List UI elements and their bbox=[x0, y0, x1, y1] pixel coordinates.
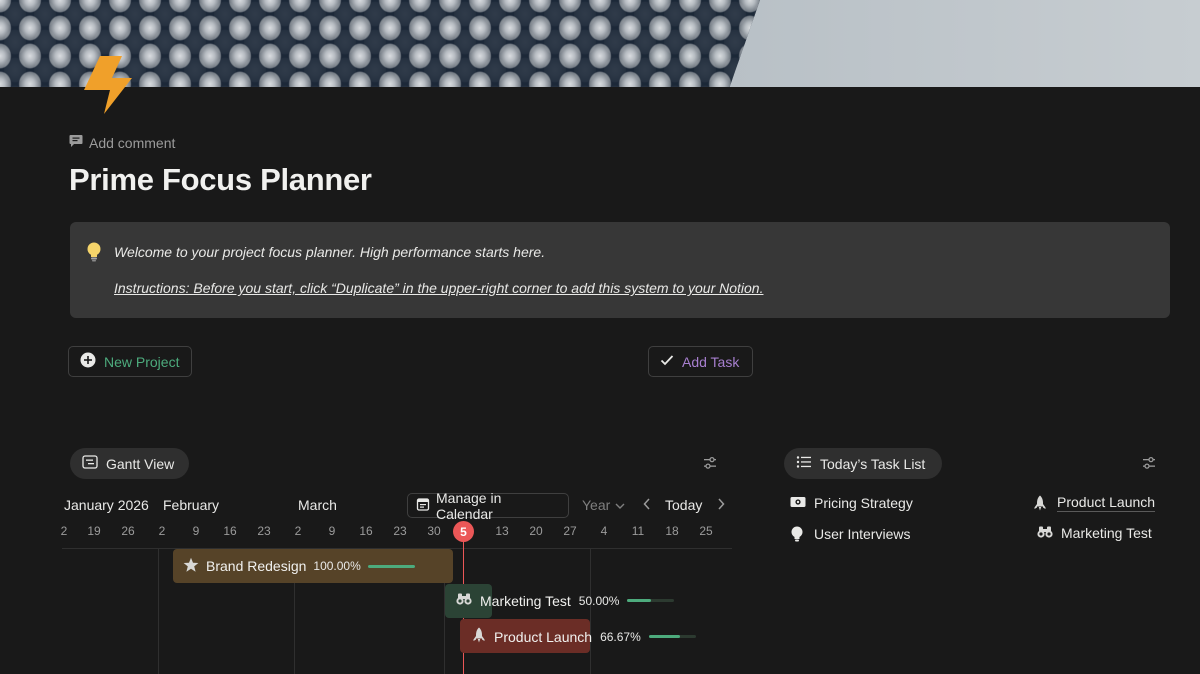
timeline-tick: 19 bbox=[87, 524, 101, 538]
month-gridline bbox=[158, 549, 159, 674]
range-value: Year bbox=[582, 497, 611, 513]
add-task-label: Add Task bbox=[682, 353, 740, 370]
timeline-tick: 2 bbox=[158, 524, 166, 538]
timeline-tick: 9 bbox=[328, 524, 336, 538]
bulb-icon bbox=[790, 526, 806, 542]
gantt-view-label: Gantt View bbox=[106, 455, 175, 472]
timeline-tick: 18 bbox=[665, 524, 679, 538]
progress-percent: 66.67% bbox=[600, 629, 641, 644]
progress-bar bbox=[627, 599, 675, 602]
add-task-button[interactable]: Add Task bbox=[648, 346, 753, 377]
sliders-icon[interactable] bbox=[702, 455, 718, 471]
timeline-tick: 30 bbox=[427, 524, 441, 538]
timeline-tick: 11 bbox=[631, 524, 645, 538]
checkmark-icon bbox=[660, 353, 674, 370]
calendar-icon bbox=[416, 497, 430, 514]
gantt-bar-marketing-test-content[interactable]: Marketing Test 50.00% bbox=[456, 592, 675, 609]
gantt-bar-brand-redesign[interactable]: Brand Redesign 100.00% bbox=[173, 549, 453, 583]
callout-welcome-text: Welcome to your project focus planner. H… bbox=[114, 244, 546, 260]
month-gridline bbox=[590, 549, 591, 674]
chevron-down-icon bbox=[615, 497, 625, 513]
tab-gantt-view[interactable]: Gantt View bbox=[70, 448, 189, 479]
list-icon bbox=[796, 455, 812, 472]
month-label-january: January 2026 bbox=[64, 497, 149, 513]
today-task-list-label: Today’s Task List bbox=[820, 455, 926, 472]
task-item-label: Marketing Test bbox=[1061, 525, 1152, 541]
new-project-button[interactable]: New Project bbox=[68, 346, 192, 377]
task-item-product-launch[interactable]: Product Launch bbox=[1033, 494, 1156, 512]
progress-fill bbox=[367, 564, 415, 568]
today-marker: 5 bbox=[453, 521, 474, 542]
progress-fill bbox=[627, 599, 651, 602]
timeline-tick: 9 bbox=[192, 524, 200, 538]
add-comment-label: Add comment bbox=[89, 134, 176, 151]
timeline-tick: 2 bbox=[294, 524, 302, 538]
timeline-tick: 26 bbox=[121, 524, 135, 538]
timeline-tick: 13 bbox=[495, 524, 509, 538]
binoculars-icon bbox=[456, 592, 472, 609]
timeline-tick: 27 bbox=[563, 524, 577, 538]
task-item-user-interviews[interactable]: User Interviews bbox=[790, 526, 910, 542]
callout-block[interactable]: Welcome to your project focus planner. H… bbox=[70, 222, 1170, 318]
timeline-tick: 16 bbox=[223, 524, 237, 538]
chevron-left-icon[interactable] bbox=[640, 497, 654, 513]
progress-percent: 100.00% bbox=[313, 559, 361, 573]
callout-instructions-link[interactable]: Instructions: Before you start, click “D… bbox=[114, 280, 763, 296]
new-project-label: New Project bbox=[104, 353, 180, 370]
progress-bar bbox=[367, 564, 415, 568]
page-cover-image bbox=[0, 0, 1200, 87]
money-icon bbox=[790, 495, 806, 511]
timeline-tick: 25 bbox=[699, 524, 713, 538]
timeline-tick: 20 bbox=[529, 524, 543, 538]
rocket-icon bbox=[1033, 495, 1049, 511]
timeline-icon bbox=[82, 455, 98, 472]
add-comment-button[interactable]: Add comment bbox=[69, 134, 175, 151]
progress-fill bbox=[648, 635, 681, 638]
task-item-pricing-strategy[interactable]: Pricing Strategy bbox=[790, 495, 913, 511]
page-title[interactable]: Prime Focus Planner bbox=[69, 162, 372, 198]
tab-today-task-list[interactable]: Today’s Task List bbox=[784, 448, 942, 479]
month-label-march: March bbox=[298, 497, 337, 513]
progress-percent: 50.00% bbox=[578, 593, 620, 608]
gantt-bar-label: Marketing Test bbox=[480, 592, 571, 609]
manage-in-calendar-label: Manage in Calendar bbox=[436, 489, 502, 522]
timeline-tick: 23 bbox=[393, 524, 407, 538]
timeline-tick: 2 bbox=[60, 524, 68, 538]
sliders-icon[interactable] bbox=[1141, 455, 1157, 471]
task-item-label: User Interviews bbox=[814, 526, 911, 542]
timeline-tick: 16 bbox=[359, 524, 373, 538]
rocket-icon bbox=[472, 627, 486, 646]
task-item-label: Product Launch bbox=[1057, 494, 1156, 512]
today-button[interactable]: Today bbox=[665, 497, 702, 513]
add-comment-bubble-icon bbox=[80, 352, 96, 371]
manage-in-calendar-button[interactable]: Manage in Calendar bbox=[407, 490, 569, 522]
range-dropdown[interactable]: Year bbox=[582, 497, 625, 513]
task-item-marketing-test[interactable]: Marketing Test bbox=[1037, 525, 1152, 541]
lightning-icon[interactable] bbox=[80, 56, 136, 114]
star-icon bbox=[183, 557, 199, 576]
progress-bar bbox=[648, 635, 696, 638]
task-item-label: Pricing Strategy bbox=[814, 495, 913, 511]
chevron-right-icon[interactable] bbox=[714, 497, 728, 513]
binoculars-icon bbox=[1037, 525, 1053, 541]
gantt-bar-label: Brand Redesign bbox=[206, 558, 307, 574]
gantt-bar-product-launch-content[interactable]: Product Launch 66.67% bbox=[472, 627, 696, 646]
lightbulb-icon bbox=[86, 242, 102, 262]
timeline-tick: 23 bbox=[257, 524, 271, 538]
month-label-february: February bbox=[163, 497, 220, 513]
timeline-tick: 4 bbox=[600, 524, 608, 538]
comment-icon bbox=[69, 134, 83, 151]
gantt-bar-label: Product Launch bbox=[494, 628, 593, 645]
